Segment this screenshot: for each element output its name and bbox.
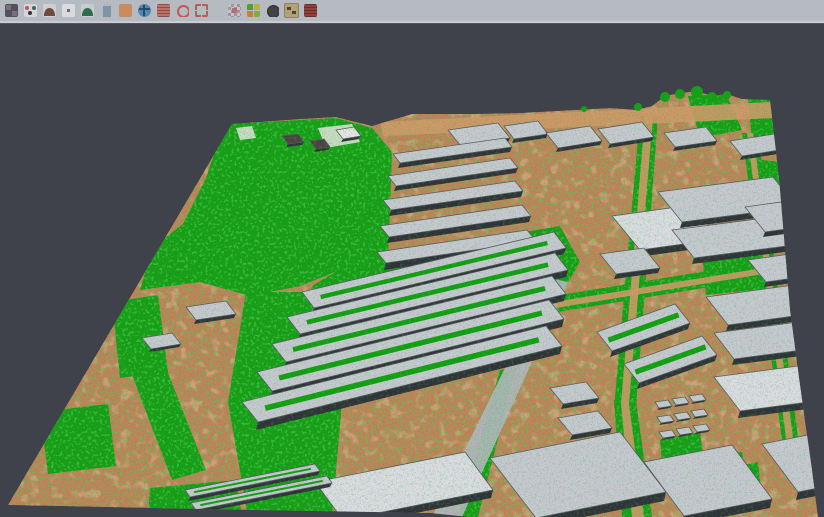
toolbar-button-checker-overlay[interactable] [226,2,243,19]
terrain-brown-icon [43,4,56,17]
toolbar-button-target-ring[interactable] [174,2,191,19]
point-pick-icon [62,4,75,17]
dark-sphere-icon [266,4,279,17]
toolbar-button-zoom-extent[interactable] [193,2,210,19]
terrain-green-icon [81,4,94,17]
checker-overlay-icon [228,4,241,17]
dark-tiles-icon [5,4,18,17]
classification-palette-icon [247,4,260,17]
main-toolbar [0,0,824,23]
toolbar-button-clip-points[interactable] [22,2,39,19]
red-flag-icon [304,4,317,17]
globe-icon [138,4,151,17]
measure-tool-icon [284,3,299,18]
3d-scene-canvas[interactable] [0,0,824,517]
toolbar-button-red-list[interactable] [155,2,172,19]
red-list-icon [157,4,170,17]
toolbar-button-globe[interactable] [136,2,153,19]
3d-viewport[interactable] [0,0,824,517]
terrain-tile [0,0,824,517]
target-ring-icon [176,4,189,17]
ruler-column-icon [100,4,113,17]
toolbar-button-terrain-brown[interactable] [41,2,58,19]
toolbar-button-dark-tiles[interactable] [3,2,20,19]
toolbar-button-ruler-column[interactable] [98,2,115,19]
toolbar-button-terrain-green[interactable] [79,2,96,19]
clip-points-icon [24,4,37,17]
toolbar-button-point-pick[interactable] [60,2,77,19]
app-window: { "window": {"background": "#3f424b"}, "… [0,0,824,517]
toolbar-button-dark-sphere[interactable] [264,2,281,19]
texture-tile-icon [119,4,132,17]
toolbar-button-texture-tile[interactable] [117,2,134,19]
zoom-extent-icon [195,4,208,17]
toolbar-button-measure-tool[interactable] [283,2,300,19]
toolbar-button-red-flag[interactable] [302,2,319,19]
toolbar-button-classification-palette[interactable] [245,2,262,19]
